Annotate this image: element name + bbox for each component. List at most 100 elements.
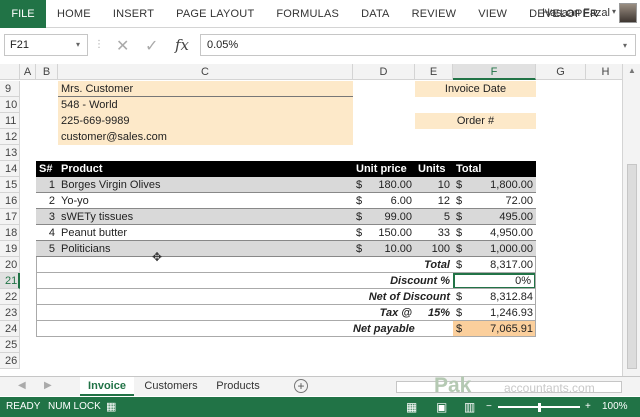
row-header[interactable]: 17 xyxy=(0,209,20,225)
item-unit-price[interactable]: 6.00 xyxy=(369,193,415,209)
row-header[interactable]: 14 xyxy=(0,161,20,177)
row-header[interactable]: 18 xyxy=(0,225,20,241)
row-header[interactable]: 26 xyxy=(0,353,20,369)
item-product[interactable]: Yo-yo xyxy=(58,193,353,209)
scroll-thumb[interactable] xyxy=(627,164,637,369)
formula-input[interactable]: 0.05% ▾ xyxy=(200,34,636,56)
user-name[interactable]: Hasaan Fazal xyxy=(542,7,610,19)
scroll-up-icon[interactable]: ▲ xyxy=(628,66,636,75)
item-unit-price[interactable]: 180.00 xyxy=(369,177,415,193)
column-header-b[interactable]: B xyxy=(36,64,58,80)
tab-insert[interactable]: INSERT xyxy=(102,8,165,20)
next-sheet-icon[interactable]: ▶ xyxy=(44,380,52,391)
tab-formulas[interactable]: FORMULAS xyxy=(265,8,350,20)
sheet-tab-invoice[interactable]: Invoice xyxy=(80,377,134,396)
row-header[interactable]: 19 xyxy=(0,241,20,257)
row-header[interactable]: 20 xyxy=(0,257,20,273)
customer-email[interactable]: customer@sales.com xyxy=(58,129,353,145)
header-sn[interactable]: S# xyxy=(36,161,58,177)
chevron-down-icon[interactable]: ▾ xyxy=(612,7,616,16)
customer-address[interactable]: 548 - World xyxy=(58,97,353,113)
row-header[interactable]: 25 xyxy=(0,337,20,353)
item-number[interactable]: 2 xyxy=(36,193,58,209)
header-product[interactable]: Product xyxy=(58,161,258,177)
cancel-icon[interactable]: ✕ xyxy=(116,36,129,56)
tab-page-layout[interactable]: PAGE LAYOUT xyxy=(165,8,265,20)
item-product[interactable]: Politicians xyxy=(58,241,353,257)
insert-function-icon[interactable]: fx xyxy=(175,36,189,54)
row-header[interactable]: 21 xyxy=(0,273,20,289)
item-number[interactable]: 3 xyxy=(36,209,58,225)
column-header-c[interactable]: C xyxy=(58,64,353,80)
net-of-discount-value[interactable]: 8,312.84 xyxy=(470,289,536,305)
row-header[interactable]: 12 xyxy=(0,129,20,145)
item-total[interactable]: 1,800.00 xyxy=(469,177,536,193)
item-total[interactable]: 1,000.00 xyxy=(469,241,536,257)
item-total[interactable]: 4,950.00 xyxy=(469,225,536,241)
item-units[interactable]: 100 xyxy=(415,241,453,257)
item-total[interactable]: 495.00 xyxy=(469,209,536,225)
tax-label[interactable]: Tax @ xyxy=(353,305,415,321)
enter-icon[interactable]: ✓ xyxy=(145,36,158,56)
row-header[interactable]: 16 xyxy=(0,193,20,209)
column-header-d[interactable]: D xyxy=(353,64,415,80)
item-unit-price[interactable]: 10.00 xyxy=(369,241,415,257)
row-header[interactable]: 10 xyxy=(0,97,20,113)
item-total[interactable]: 72.00 xyxy=(469,193,536,209)
normal-view-icon[interactable]: ▦ xyxy=(406,397,417,417)
row-header[interactable]: 22 xyxy=(0,289,20,305)
tax-rate[interactable]: 15% xyxy=(415,305,453,321)
row-header[interactable]: 13 xyxy=(0,145,20,161)
sheet-tab-products[interactable]: Products xyxy=(208,377,268,396)
order-number-label[interactable]: Order # xyxy=(415,113,536,129)
tax-value[interactable]: 1,246.93 xyxy=(470,305,536,321)
tab-home[interactable]: HOME xyxy=(46,8,102,20)
item-number[interactable]: 5 xyxy=(36,241,58,257)
row-header[interactable]: 24 xyxy=(0,321,20,337)
item-product[interactable]: Peanut butter xyxy=(58,225,353,241)
item-product[interactable]: Borges Virgin Olives xyxy=(58,177,353,193)
row-header[interactable]: 15 xyxy=(0,177,20,193)
header-units[interactable]: Units xyxy=(415,161,453,177)
column-header-a[interactable]: A xyxy=(20,64,36,80)
row-header[interactable]: 23 xyxy=(0,305,20,321)
net-payable-label[interactable]: Net payable xyxy=(353,321,415,337)
macro-record-icon[interactable]: ▦ xyxy=(106,397,116,417)
item-units[interactable]: 12 xyxy=(415,193,453,209)
add-sheet-icon[interactable]: + xyxy=(294,379,308,393)
net-payable-value[interactable]: 7,065.91 xyxy=(470,321,536,337)
row-header[interactable]: 9 xyxy=(0,81,20,97)
net-of-discount-label[interactable]: Net of Discount xyxy=(353,289,453,305)
item-unit-price[interactable]: 99.00 xyxy=(369,209,415,225)
discount-label[interactable]: Discount % xyxy=(353,273,453,289)
vertical-scrollbar[interactable]: ▲ xyxy=(622,64,640,376)
zoom-thumb[interactable] xyxy=(538,403,541,412)
zoom-out-icon[interactable]: − xyxy=(486,397,492,417)
item-number[interactable]: 4 xyxy=(36,225,58,241)
customer-name[interactable]: Mrs. Customer xyxy=(58,81,353,97)
discount-input[interactable]: 0% xyxy=(453,273,536,289)
chevron-down-icon[interactable]: ▾ xyxy=(76,40,80,49)
item-number[interactable]: 1 xyxy=(36,177,58,193)
page-layout-view-icon[interactable]: ▣ xyxy=(436,397,447,417)
item-product[interactable]: sWETy tissues xyxy=(58,209,353,225)
worksheet-grid[interactable]: A B C D E F G H 9 10 11 12 13 14 15 16 1… xyxy=(0,64,622,376)
item-units[interactable]: 33 xyxy=(415,225,453,241)
drag-handle-icon[interactable]: ⋮ xyxy=(94,39,104,50)
column-header-f[interactable]: F xyxy=(453,64,536,80)
sheet-tab-customers[interactable]: Customers xyxy=(136,377,206,396)
zoom-in-icon[interactable]: + xyxy=(585,397,591,417)
customer-phone[interactable]: 225-669-9989 xyxy=(58,113,353,129)
total-value[interactable]: 8,317.00 xyxy=(470,257,536,273)
header-unit-price[interactable]: Unit price xyxy=(353,161,415,177)
total-label[interactable]: Total xyxy=(353,257,453,273)
select-all-corner[interactable] xyxy=(0,64,20,80)
column-header-h[interactable]: H xyxy=(586,64,622,80)
invoice-date-label[interactable]: Invoice Date xyxy=(415,81,536,97)
item-units[interactable]: 5 xyxy=(415,209,453,225)
page-break-view-icon[interactable]: ▥ xyxy=(464,397,475,417)
row-header[interactable]: 11 xyxy=(0,113,20,129)
column-header-e[interactable]: E xyxy=(415,64,453,80)
file-tab[interactable]: FILE xyxy=(0,0,46,28)
tab-review[interactable]: REVIEW xyxy=(401,8,468,20)
